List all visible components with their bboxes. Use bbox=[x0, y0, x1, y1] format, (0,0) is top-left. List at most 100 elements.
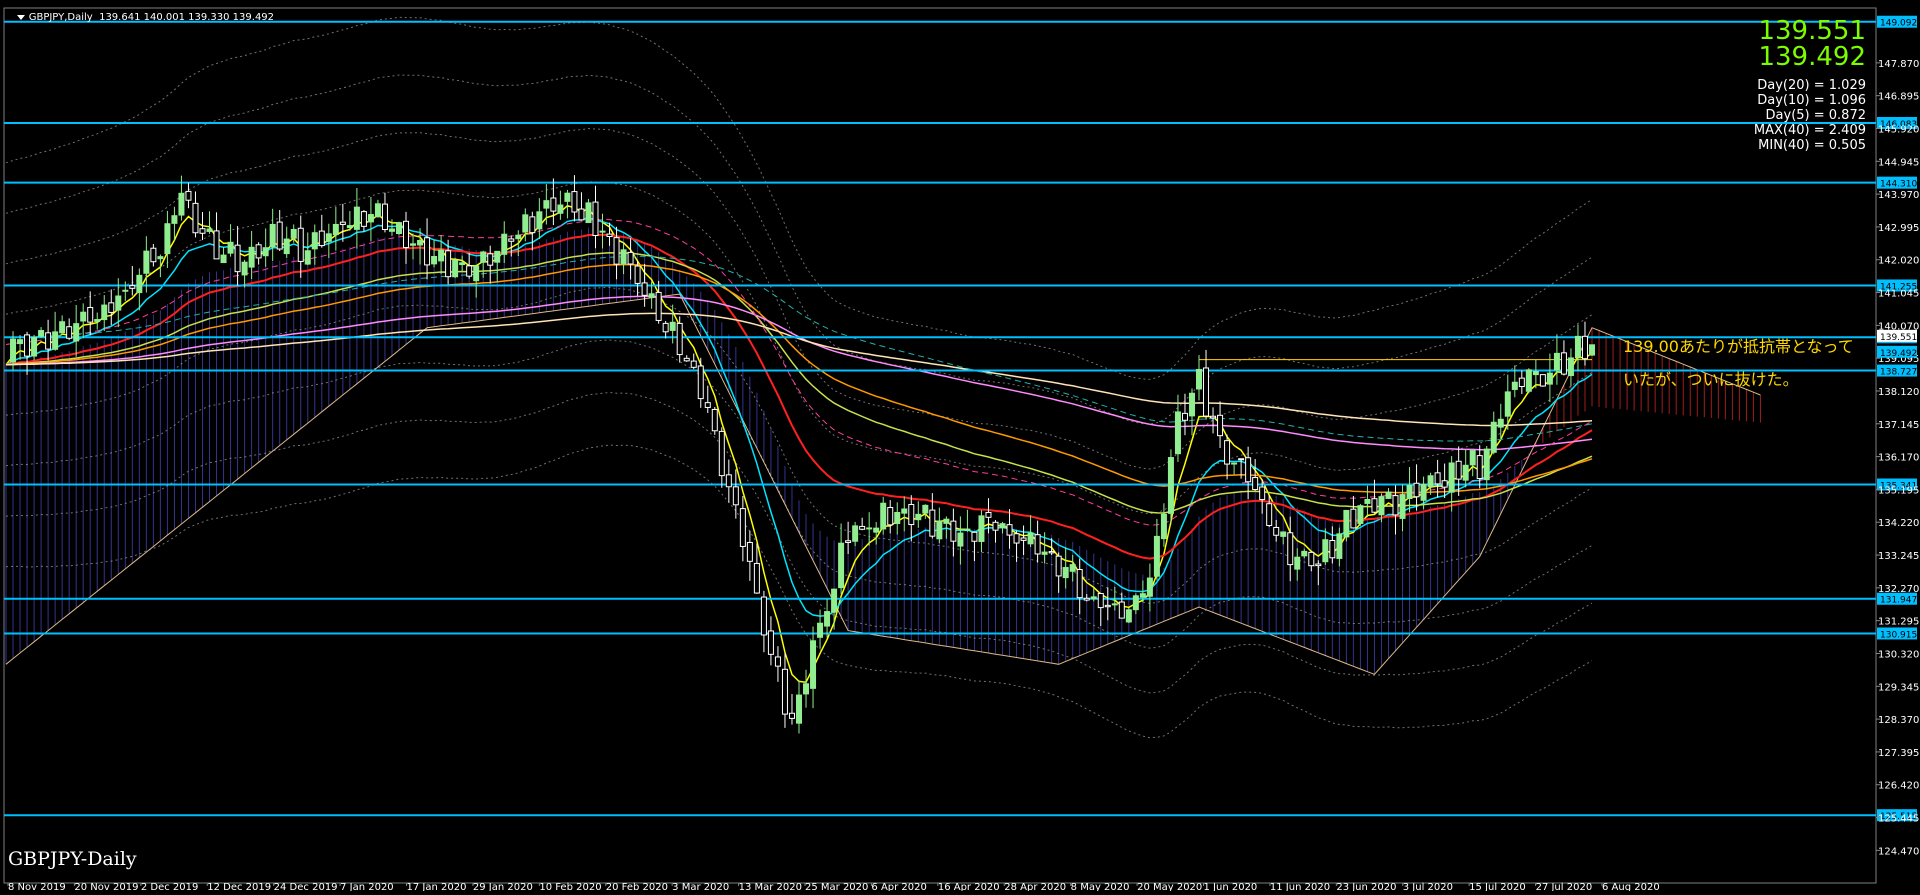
ohlc-values: 139.641 140.001 139.330 139.492 bbox=[99, 12, 275, 23]
candle-body bbox=[1287, 532, 1294, 566]
candle-body bbox=[452, 259, 459, 278]
candle-body bbox=[1574, 335, 1581, 359]
x-tick-label: 12 Dec 2019 bbox=[207, 882, 271, 891]
candle-body bbox=[1336, 533, 1343, 559]
candle-body bbox=[262, 247, 269, 257]
y-tick-label: 126.420 bbox=[1878, 781, 1919, 792]
candle-body bbox=[1546, 372, 1553, 385]
candle-body bbox=[788, 712, 795, 719]
candle-body bbox=[1350, 508, 1357, 529]
candle-body bbox=[1378, 496, 1385, 516]
candle-body bbox=[564, 192, 571, 202]
candle-body bbox=[515, 234, 522, 240]
candle-body bbox=[297, 227, 304, 262]
y-tick-label: 132.270 bbox=[1878, 584, 1919, 595]
candle-body bbox=[1146, 577, 1153, 597]
collapse-arrow-icon[interactable] bbox=[16, 14, 25, 20]
candle-body bbox=[732, 486, 739, 506]
candle-body bbox=[410, 243, 417, 246]
candle-body bbox=[136, 274, 143, 294]
candle-body bbox=[669, 321, 676, 331]
price-chart: 149.092146.083144.310141.255139.717138.7… bbox=[0, 0, 1920, 893]
candle-body bbox=[529, 216, 536, 234]
candle-body bbox=[466, 265, 473, 277]
candle-body bbox=[1266, 503, 1273, 526]
y-tick-label: 137.145 bbox=[1878, 420, 1919, 431]
candle-body bbox=[859, 525, 866, 530]
candle-body bbox=[438, 249, 445, 262]
candle-body bbox=[536, 211, 543, 230]
candle-body bbox=[283, 238, 290, 255]
candle-body bbox=[1560, 352, 1567, 375]
candle-body bbox=[66, 326, 73, 339]
candle-body bbox=[592, 201, 599, 237]
y-tick-label: 138.120 bbox=[1878, 387, 1919, 398]
candle-body bbox=[971, 531, 978, 542]
candle-body bbox=[332, 223, 339, 236]
candle-body bbox=[388, 228, 395, 232]
stat-min40: MIN(40) = 0.505 bbox=[1758, 138, 1866, 153]
candle-body bbox=[339, 221, 346, 225]
candle-body bbox=[739, 508, 746, 547]
candle-body bbox=[1259, 486, 1266, 501]
candle-body bbox=[304, 250, 311, 265]
candle-body bbox=[1532, 371, 1539, 376]
candle-body bbox=[38, 330, 45, 337]
x-tick-label: 7 Jan 2020 bbox=[340, 882, 394, 891]
symbol-title: GBPJPY,Daily bbox=[28, 12, 93, 23]
candle-body bbox=[1448, 462, 1455, 493]
x-tick-label: 6 Apr 2020 bbox=[871, 882, 926, 891]
candle-body bbox=[1027, 532, 1034, 545]
candle-body bbox=[557, 204, 564, 214]
candle-body bbox=[648, 293, 655, 298]
candle-body bbox=[494, 250, 501, 263]
candle-body bbox=[185, 190, 192, 201]
y-tick-label: 142.995 bbox=[1878, 223, 1919, 234]
candle-body bbox=[1392, 495, 1399, 516]
candle-body bbox=[1034, 534, 1041, 555]
candle-body bbox=[1525, 369, 1532, 392]
stat-day5: Day(5) = 0.872 bbox=[1765, 108, 1866, 123]
candle-body bbox=[1238, 458, 1245, 461]
candle-body bbox=[52, 331, 59, 350]
candle-body bbox=[627, 251, 634, 265]
candle-body bbox=[1217, 414, 1224, 437]
candle-body bbox=[157, 256, 164, 260]
y-tick-label: 133.245 bbox=[1878, 551, 1919, 562]
candle-body bbox=[922, 504, 929, 514]
candle-body bbox=[1406, 484, 1413, 500]
candle-body bbox=[1118, 601, 1125, 619]
candle-body bbox=[1301, 550, 1308, 557]
candle-body bbox=[1455, 460, 1462, 480]
candle-body bbox=[845, 540, 852, 543]
annotation-line-2: いたが、ついに抜けた。 bbox=[1623, 370, 1799, 389]
chart-header[interactable]: GBPJPY,Daily 139.641 140.001 139.330 139… bbox=[4, 1, 274, 34]
candle-body bbox=[143, 250, 150, 274]
candle-body bbox=[880, 502, 887, 530]
candle-body bbox=[774, 656, 781, 667]
x-tick-label: 8 May 2020 bbox=[1071, 882, 1130, 891]
annotation-line-1: 139.00あたりが抵抗帯となって bbox=[1623, 337, 1854, 356]
y-tick-label: 131.295 bbox=[1878, 617, 1919, 628]
candle-body bbox=[803, 683, 810, 695]
candle-body bbox=[508, 238, 515, 242]
candle-body bbox=[206, 228, 213, 232]
x-tick-label: 15 Jul 2020 bbox=[1469, 882, 1526, 891]
level-label: 130.915 bbox=[1880, 630, 1917, 640]
candle-body bbox=[985, 511, 992, 518]
candle-body bbox=[957, 532, 964, 547]
candle-body bbox=[1581, 335, 1588, 360]
candle-body bbox=[73, 323, 80, 342]
candle-body bbox=[381, 203, 388, 231]
candle-body bbox=[1083, 597, 1090, 601]
candle-body bbox=[424, 237, 431, 266]
candle-body bbox=[473, 265, 480, 282]
x-tick-label: 25 Mar 2020 bbox=[805, 882, 868, 891]
candle-body bbox=[599, 230, 606, 233]
candle-body bbox=[1181, 412, 1188, 421]
candle-body bbox=[1497, 418, 1504, 428]
candle-body bbox=[1553, 352, 1560, 371]
candle-body bbox=[1322, 539, 1329, 563]
stat-day20: Day(20) = 1.029 bbox=[1757, 78, 1866, 93]
current-price-label: 139.551 bbox=[1880, 333, 1917, 343]
